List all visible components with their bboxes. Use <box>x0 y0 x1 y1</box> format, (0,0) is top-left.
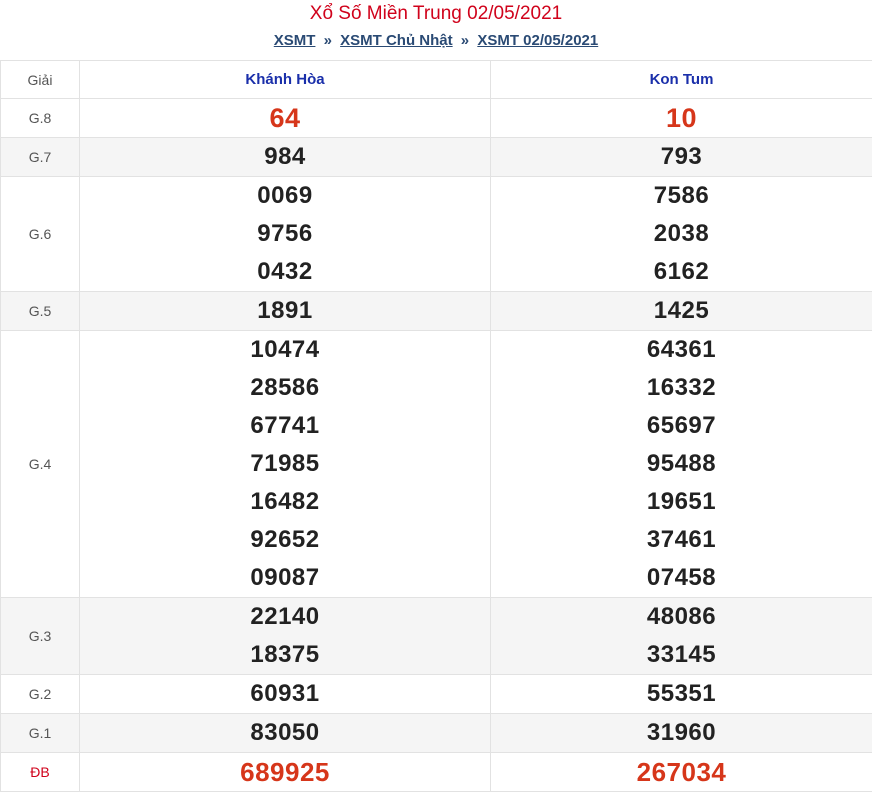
prize-number: 9756 <box>257 220 313 247</box>
prize-number: 64361 <box>646 336 717 363</box>
prize-number: 2038 <box>653 220 710 247</box>
khanh-hoa-cell: 0069 9756 0432 <box>79 176 491 292</box>
kon-tum-cell: 267034 <box>490 752 872 792</box>
prize-number: 16482 <box>250 488 320 515</box>
page-title: Xổ Số Miền Trung 02/05/2021 <box>309 3 563 24</box>
prize-label: G.7 <box>0 137 80 177</box>
prize-number: 689925 <box>240 757 330 787</box>
khanh-hoa-cell: 689925 <box>79 752 491 792</box>
table-row: G.7 984 793 <box>0 137 872 177</box>
prize-label: G.5 <box>0 291 80 331</box>
prize-number: 07458 <box>646 564 717 591</box>
results-table: Giải Khánh Hòa Kon Tum G.8 64 10 G.7 984 793 G… <box>0 60 872 792</box>
prize-number: 65697 <box>646 412 717 439</box>
prize-number: 22140 <box>250 603 320 630</box>
prize-number: 67741 <box>250 412 320 439</box>
prize-number: 60931 <box>250 680 320 707</box>
table-row: G.1 83050 31960 <box>0 713 872 753</box>
table-row: ĐB 689925 267034 <box>0 752 872 792</box>
prize-number: 18375 <box>250 641 320 668</box>
khanh-hoa-cell: 22140 18375 <box>79 597 491 675</box>
prize-label: G.6 <box>0 176 80 292</box>
kon-tum-cell: 31960 <box>490 713 872 753</box>
breadcrumb-link-xsmt-chu-nhat[interactable]: XSMT Chủ Nhật <box>340 32 453 49</box>
kon-tum-cell: 55351 <box>490 674 872 714</box>
prize-number: 19651 <box>646 488 717 515</box>
breadcrumb-link-xsmt[interactable]: XSMT <box>274 32 316 49</box>
breadcrumb: XSMT » XSMT Chủ Nhật » XSMT 02/05/2021 <box>0 28 872 60</box>
khanh-hoa-cell: 984 <box>79 137 491 177</box>
prize-number: 6162 <box>653 258 710 285</box>
header-giai: Giải <box>0 60 80 99</box>
header-province-khanh-hoa: Khánh Hòa <box>79 60 491 99</box>
table-row: G.6 0069 9756 0432 7586 2038 6162 <box>0 176 872 292</box>
prize-number: 37461 <box>646 526 717 553</box>
prize-number: 48086 <box>646 603 717 630</box>
prize-number: 10 <box>665 103 698 133</box>
kon-tum-cell: 64361 16332 65697 95488 19651 37461 07458 <box>490 330 872 598</box>
prize-number: 83050 <box>250 719 320 746</box>
khanh-hoa-cell: 64 <box>79 98 491 138</box>
prize-number: 95488 <box>646 450 717 477</box>
table-row: G.8 64 10 <box>0 98 872 138</box>
prize-number: 1425 <box>653 297 710 324</box>
kon-tum-cell: 793 <box>490 137 872 177</box>
breadcrumb-link-xsmt-date[interactable]: XSMT 02/05/2021 <box>477 32 598 49</box>
kon-tum-cell: 7586 2038 6162 <box>490 176 872 292</box>
prize-number: 0069 <box>257 182 313 209</box>
prize-number: 0432 <box>257 258 313 285</box>
table-row: G.5 1891 1425 <box>0 291 872 331</box>
prize-number: 64 <box>269 103 301 133</box>
header-province-kon-tum: Kon Tum <box>490 60 872 99</box>
prize-number: 984 <box>264 143 306 170</box>
table-header-row: Giải Khánh Hòa Kon Tum <box>0 60 872 99</box>
prize-label: G.8 <box>0 98 80 138</box>
prize-number: 10474 <box>250 336 320 363</box>
prize-number: 16332 <box>646 374 717 401</box>
khanh-hoa-cell: 83050 <box>79 713 491 753</box>
table-row: G.4 10474 28586 67741 71985 16482 92652 09087 64… <box>0 330 872 598</box>
prize-number: 92652 <box>250 526 320 553</box>
table-row: G.2 60931 55351 <box>0 674 872 714</box>
prize-number: 1891 <box>257 297 313 324</box>
prize-label: ĐB <box>0 752 80 792</box>
kon-tum-cell: 48086 33145 <box>490 597 872 675</box>
prize-number: 71985 <box>250 450 320 477</box>
breadcrumb-separator: » <box>323 32 332 49</box>
prize-label: G.2 <box>0 674 80 714</box>
prize-number: 793 <box>660 143 703 170</box>
table-row: G.3 22140 18375 48086 33145 <box>0 597 872 675</box>
prize-label: G.1 <box>0 713 80 753</box>
results-body: G.8 64 10 G.7 984 793 G.6 0069 9756 0432 7586 2038 6… <box>0 98 872 792</box>
prize-label: G.4 <box>0 330 80 598</box>
khanh-hoa-cell: 10474 28586 67741 71985 16482 92652 09087 <box>79 330 491 598</box>
prize-number: 267034 <box>636 757 727 787</box>
kon-tum-cell: 1425 <box>490 291 872 331</box>
prize-number: 31960 <box>646 719 717 746</box>
prize-number: 55351 <box>646 680 717 707</box>
prize-number: 09087 <box>250 564 320 591</box>
khanh-hoa-cell: 60931 <box>79 674 491 714</box>
prize-number: 28586 <box>250 374 320 401</box>
breadcrumb-separator: » <box>460 32 470 49</box>
kon-tum-cell: 10 <box>490 98 872 138</box>
prize-label: G.3 <box>0 597 80 675</box>
prize-number: 7586 <box>653 182 710 209</box>
prize-number: 33145 <box>646 641 717 668</box>
khanh-hoa-cell: 1891 <box>79 291 491 331</box>
